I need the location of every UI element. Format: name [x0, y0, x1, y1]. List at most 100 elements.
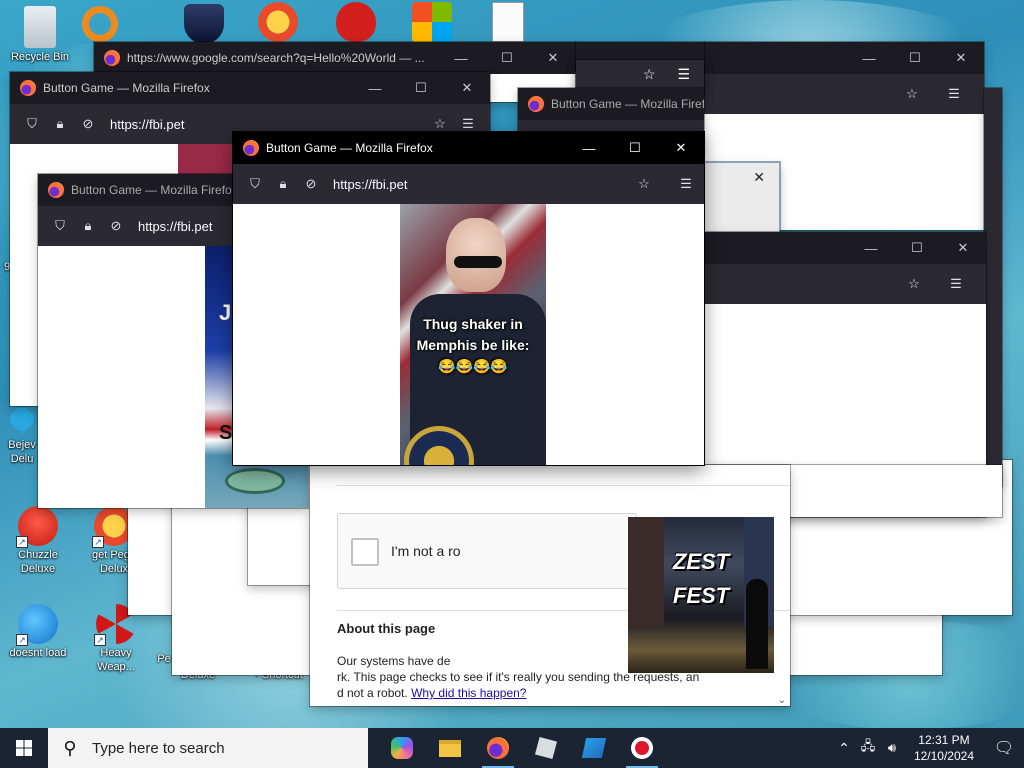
sunglasses-shape	[454, 256, 502, 268]
bookmark-star-icon[interactable]: ☆	[902, 272, 926, 296]
window-titlebar[interactable]: — ☐ ✕	[704, 232, 986, 264]
firefox-icon	[243, 140, 259, 156]
bookmark-star-icon[interactable]: ☆	[643, 66, 656, 83]
shield-logo-icon	[184, 4, 224, 44]
permissions-icon[interactable]: ⊘	[299, 172, 323, 196]
desktop-icon-label: Heavy Weap...	[97, 647, 135, 673]
face-shape	[446, 218, 506, 292]
window-title: Button Game — Mozilla Firefox	[43, 81, 210, 95]
shield-icon[interactable]: ⛉	[243, 172, 267, 196]
squidward-image	[225, 468, 285, 494]
menu-icon[interactable]: ☰	[942, 82, 966, 106]
close-icon[interactable]: ✕	[938, 42, 984, 74]
record-icon	[631, 737, 653, 759]
clock-date: 12/10/2024	[913, 749, 974, 763]
menu-icon[interactable]: ☰	[674, 172, 698, 196]
url-text: https://fbi.pet	[138, 218, 213, 234]
minimize-icon[interactable]: —	[438, 42, 484, 74]
taskbar-roblox[interactable]	[522, 728, 570, 768]
desktop-icon-mp[interactable]	[168, 4, 240, 46]
firefox-icon	[104, 50, 120, 66]
network-icon[interactable]: 🖧︎	[856, 737, 880, 759]
shortcut-arrow-icon: ↗	[16, 634, 28, 646]
bookmark-star-icon[interactable]: ☆	[632, 172, 656, 196]
minimize-icon[interactable]: —	[846, 42, 892, 74]
copilot-icon	[391, 737, 413, 759]
window-titlebar[interactable]: https://www.google.com/search?q=Hello%20…	[94, 42, 576, 74]
taskbar-firefox[interactable]	[474, 728, 522, 768]
window-titlebar[interactable]: — ☐ ✕	[704, 42, 984, 74]
taskbar-recorder[interactable]	[618, 728, 666, 768]
close-icon[interactable]: ✕	[940, 232, 986, 264]
maximize-icon[interactable]: ☐	[398, 72, 444, 104]
close-icon[interactable]: ✕	[658, 132, 704, 164]
recaptcha-checkbox[interactable]	[351, 538, 379, 566]
chuzzle-icon: ↗	[16, 506, 58, 548]
notifications-icon[interactable]: 🗨︎	[984, 738, 1024, 758]
taskbar-roblox-studio[interactable]	[570, 728, 618, 768]
lock-icon[interactable]: 🔒︎	[48, 112, 72, 136]
bookmark-star-icon[interactable]: ☆	[900, 82, 924, 106]
close-icon[interactable]: ✕	[753, 169, 765, 186]
chevron-up-icon[interactable]: ⌃	[832, 740, 856, 757]
desktop-icon-peggle[interactable]	[242, 2, 314, 44]
menu-icon[interactable]: ☰	[677, 66, 690, 83]
meme-video[interactable]: Thug shaker in Memphis be like: 😂😂😂😂	[400, 204, 546, 465]
zest-fest-video[interactable]: ZEST FEST	[628, 517, 774, 673]
maximize-icon[interactable]: ☐	[612, 132, 658, 164]
scroll-down-icon[interactable]: ⌄	[778, 695, 786, 706]
url-text: https://fbi.pet	[333, 176, 408, 192]
start-button[interactable]	[0, 728, 48, 768]
taskbar-file-explorer[interactable]	[426, 728, 474, 768]
recaptcha-box: I'm not a ro	[337, 513, 637, 589]
caption-line: Memphis be like:	[416, 337, 530, 353]
why-link[interactable]: Why did this happen?	[411, 686, 526, 700]
divider	[337, 485, 790, 486]
maximize-icon[interactable]: ☐	[892, 42, 938, 74]
desktop-icon-bejeweled[interactable]: Bejev Delu	[4, 408, 40, 466]
minimize-icon[interactable]: —	[848, 232, 894, 264]
permissions-icon[interactable]: ⊘	[104, 214, 128, 238]
window-titlebar[interactable]: Button Game — Mozilla Firefox	[518, 88, 704, 120]
document-icon	[492, 2, 524, 42]
window-title: https://www.google.com/search?q=Hello%20…	[127, 51, 425, 65]
desktop-icon-chuzzle[interactable]: ↗ Chuzzle Deluxe	[2, 506, 74, 576]
shield-icon[interactable]: ⛉	[20, 112, 44, 136]
shortcut-arrow-icon: ↗	[92, 536, 104, 548]
desktop-icon-document[interactable]	[472, 2, 544, 44]
firefox-icon	[20, 80, 36, 96]
volume-icon[interactable]: 🔊︎	[880, 740, 904, 756]
window-titlebar[interactable]: Button Game — Mozilla Firefox — ☐ ✕	[233, 132, 704, 164]
shield-icon[interactable]: ⛉	[48, 214, 72, 238]
lock-icon[interactable]: 🔒︎	[271, 172, 295, 196]
minimize-icon[interactable]: —	[566, 132, 612, 164]
window-titlebar[interactable]: Button Game — Mozilla Firefox — ☐ ✕	[10, 72, 490, 104]
close-icon[interactable]: ✕	[444, 72, 490, 104]
address-bar[interactable]: https://fbi.pet	[110, 117, 428, 132]
recycle-bin-icon	[24, 6, 56, 48]
folder-icon	[439, 739, 461, 757]
lock-icon[interactable]: 🔒︎	[76, 214, 100, 238]
maximize-icon[interactable]: ☐	[484, 42, 530, 74]
desktop-icon-angry-birds[interactable]	[320, 2, 392, 44]
taskbar: ⚲ Type here to search ⌃ 🖧︎ 🔊︎ 12:31 PM 1…	[0, 728, 1024, 768]
clock-time: 12:31 PM	[918, 733, 970, 747]
about-text-line: d not a robot. Why did this happen?	[337, 685, 757, 701]
desktop-icon-windows-store[interactable]	[396, 2, 468, 44]
navigation-bar: ⛉ 🔒︎ ⊘ https://fbi.pet ☆ ☰	[233, 164, 704, 204]
roblox-studio-icon	[581, 738, 607, 758]
taskbar-search-box[interactable]: ⚲ Type here to search	[48, 728, 368, 768]
permissions-icon[interactable]: ⊘	[76, 112, 100, 136]
minimize-icon[interactable]: —	[352, 72, 398, 104]
gem-icon	[6, 408, 38, 435]
window-edge	[984, 88, 1002, 486]
clock[interactable]: 12:31 PM 12/10/2024	[904, 732, 984, 764]
desktop-icon-label: doesnt load	[9, 647, 67, 659]
taskbar-copilot[interactable]	[378, 728, 426, 768]
desktop-icon-recycle-bin[interactable]: Recycle Bin	[4, 6, 76, 64]
desktop-icon-doesnt-load[interactable]: ↗ doesnt load	[2, 604, 74, 660]
close-icon[interactable]: ✕	[530, 42, 576, 74]
menu-icon[interactable]: ☰	[944, 272, 968, 296]
maximize-icon[interactable]: ☐	[894, 232, 940, 264]
address-bar[interactable]: https://fbi.pet	[333, 177, 632, 192]
